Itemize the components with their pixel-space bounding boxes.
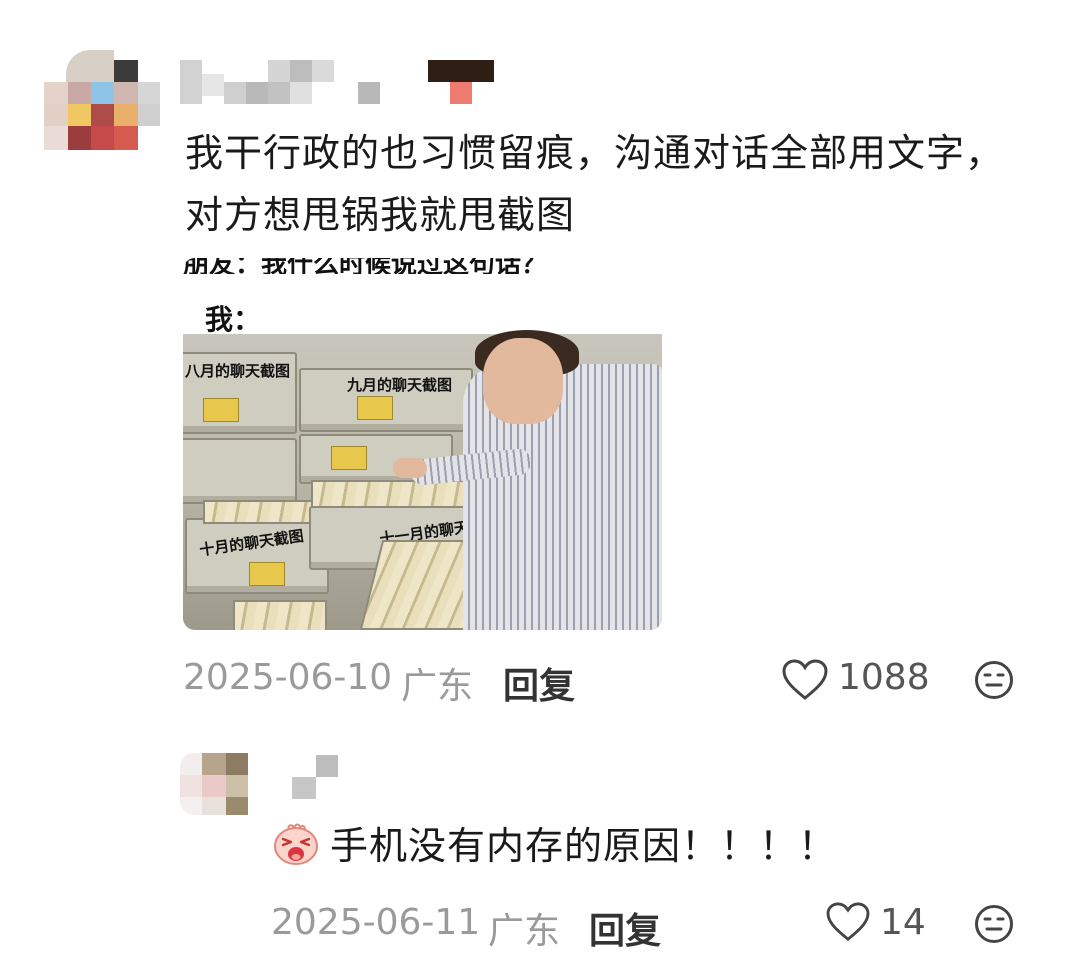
reply-reply-button[interactable]: 回复 — [589, 902, 661, 954]
drawer-label: 十月的聊天截图 — [198, 526, 305, 560]
comment-reply-button[interactable]: 回复 — [503, 657, 575, 709]
commenter-username[interactable] — [180, 60, 500, 108]
neutral-face-icon[interactable] — [974, 904, 1014, 944]
replier-avatar[interactable] — [180, 745, 250, 817]
reply-date: 2025-06-11 — [271, 902, 481, 943]
drawer — [183, 438, 297, 504]
image-photo: 八月的聊天截图 十月的聊天截图 九月的聊天截图 十一月的聊天截图 — [183, 330, 662, 630]
drawer-label: 九月的聊天截图 — [347, 376, 453, 394]
crying-laughing-emoji-icon — [272, 822, 320, 866]
drawer: 八月的聊天截图 — [183, 352, 297, 434]
reply-text: 手机没有内存的原因！！！！ — [330, 824, 838, 868]
reply-location: 广东 — [488, 911, 561, 952]
reply-like-count: 14 — [880, 902, 926, 943]
heart-outline-icon[interactable] — [826, 902, 870, 942]
heart-outline-icon[interactable] — [782, 659, 828, 701]
drawer: 九月的聊天截图 — [299, 368, 473, 432]
comment-location: 广东 — [401, 666, 474, 707]
drawer-label: 八月的聊天截图 — [185, 362, 291, 380]
comment-image[interactable]: 朋友：我什么时候说过这句话？ 我： 八月的聊天截图 十月的聊天截图 九月的聊天截… — [183, 258, 662, 630]
comment-like-count: 1088 — [838, 657, 930, 698]
comment-date: 2025-06-10 — [183, 657, 393, 698]
neutral-face-icon[interactable] — [974, 660, 1014, 700]
comment-text: 我干行政的也习惯留痕，沟通对话全部用文字，对方想甩锅我就甩截图 — [185, 131, 1005, 237]
image-cut-off-text: 朋友：我什么时候说过这句话？ — [183, 258, 548, 274]
commenter-avatar[interactable] — [44, 50, 160, 150]
replier-username[interactable] — [292, 755, 340, 801]
drawer: 十月的聊天截图 — [185, 518, 329, 594]
image-caption: 我： — [205, 303, 262, 336]
